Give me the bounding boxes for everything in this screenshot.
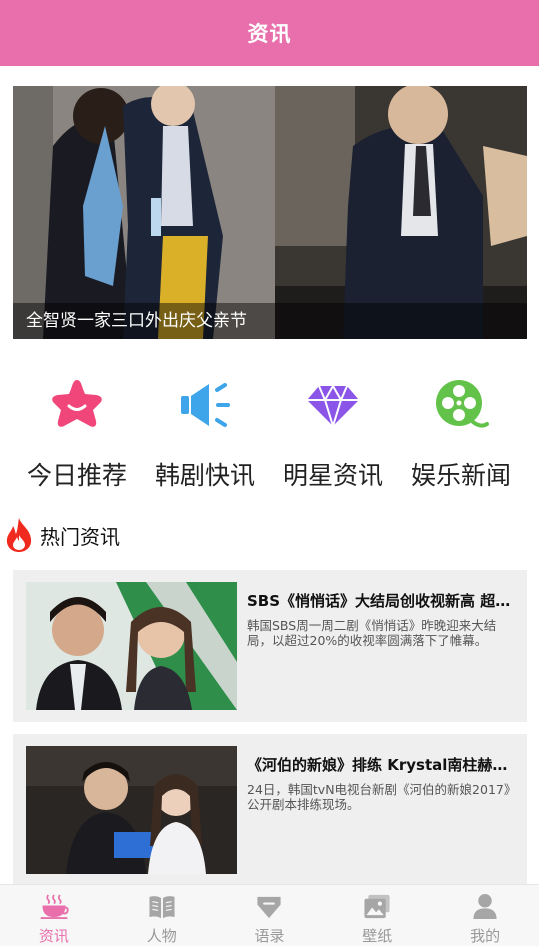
category-label: 娱乐新闻 bbox=[410, 461, 511, 490]
megaphone-icon bbox=[181, 383, 230, 427]
coffee-cup-icon bbox=[40, 894, 69, 920]
tab-people[interactable]: 人物 bbox=[108, 885, 216, 946]
tab-label: 壁纸 bbox=[362, 927, 393, 945]
tab-label: 资讯 bbox=[38, 927, 69, 945]
category-row: 今日推荐 韩剧快讯 明星资讯 娱乐新闻 bbox=[0, 370, 539, 495]
category-entertainment[interactable]: 娱乐新闻 bbox=[397, 370, 525, 495]
news-summary: 韩国SBS周一周二剧《悄悄话》昨晚迎来大结局，以超过20%的收视率圆满落下了帷幕… bbox=[247, 618, 497, 648]
tab-label: 人物 bbox=[146, 927, 177, 945]
banner-photo bbox=[13, 86, 527, 339]
category-label: 韩剧快讯 bbox=[154, 461, 255, 490]
news-summary: 24日，韩国tvN电视台新剧《河伯的新娘2017》公开剧本排练现场。 bbox=[247, 782, 511, 812]
hot-news-header: 热门资讯 bbox=[4, 516, 120, 554]
tab-quotes[interactable]: 语录 bbox=[216, 885, 324, 946]
news-thumbnail bbox=[26, 582, 237, 710]
flame-icon bbox=[6, 518, 32, 552]
news-title: SBS《悄悄话》大结局创收视新高 超20% bbox=[247, 592, 517, 610]
category-drama-news[interactable]: 韩剧快讯 bbox=[141, 370, 269, 495]
top-bar: 资讯 bbox=[0, 0, 539, 66]
news-title: 《河伯的新娘》排练 Krystal南柱赫等读本 bbox=[247, 756, 517, 774]
section-title: 热门资讯 bbox=[40, 524, 120, 549]
news-thumbnail bbox=[26, 746, 237, 874]
star-icon bbox=[52, 380, 102, 427]
person-icon bbox=[473, 893, 497, 920]
tab-news[interactable]: 资讯 bbox=[0, 885, 108, 946]
banner-carousel[interactable]: 全智贤一家三口外出庆父亲节 bbox=[13, 86, 527, 339]
banner-caption: 全智贤一家三口外出庆父亲节 bbox=[13, 303, 527, 339]
news-card[interactable]: 《河伯的新娘》排练 Krystal南柱赫等读本 24日，韩国tvN电视台新剧《河… bbox=[13, 734, 527, 886]
category-star-news[interactable]: 明星资讯 bbox=[269, 370, 397, 495]
tab-profile[interactable]: 我的 bbox=[431, 885, 539, 946]
tab-label: 语录 bbox=[254, 927, 285, 945]
category-label: 今日推荐 bbox=[26, 461, 127, 490]
bottom-tab-bar: 资讯 人物 语录 壁纸 我的 bbox=[0, 884, 539, 946]
film-reel-icon bbox=[436, 380, 489, 428]
category-today-picks[interactable]: 今日推荐 bbox=[13, 370, 141, 495]
news-card[interactable]: SBS《悄悄话》大结局创收视新高 超20% 韩国SBS周一周二剧《悄悄话》昨晚迎… bbox=[13, 570, 527, 722]
category-label: 明星资讯 bbox=[282, 461, 383, 490]
picture-icon bbox=[364, 894, 390, 919]
tab-wallpaper[interactable]: 壁纸 bbox=[323, 885, 431, 946]
tab-label: 我的 bbox=[470, 927, 501, 945]
page-title: 资讯 bbox=[247, 22, 292, 46]
diamond-icon bbox=[307, 385, 359, 427]
book-icon bbox=[149, 896, 175, 919]
quote-badge-icon bbox=[257, 896, 282, 919]
